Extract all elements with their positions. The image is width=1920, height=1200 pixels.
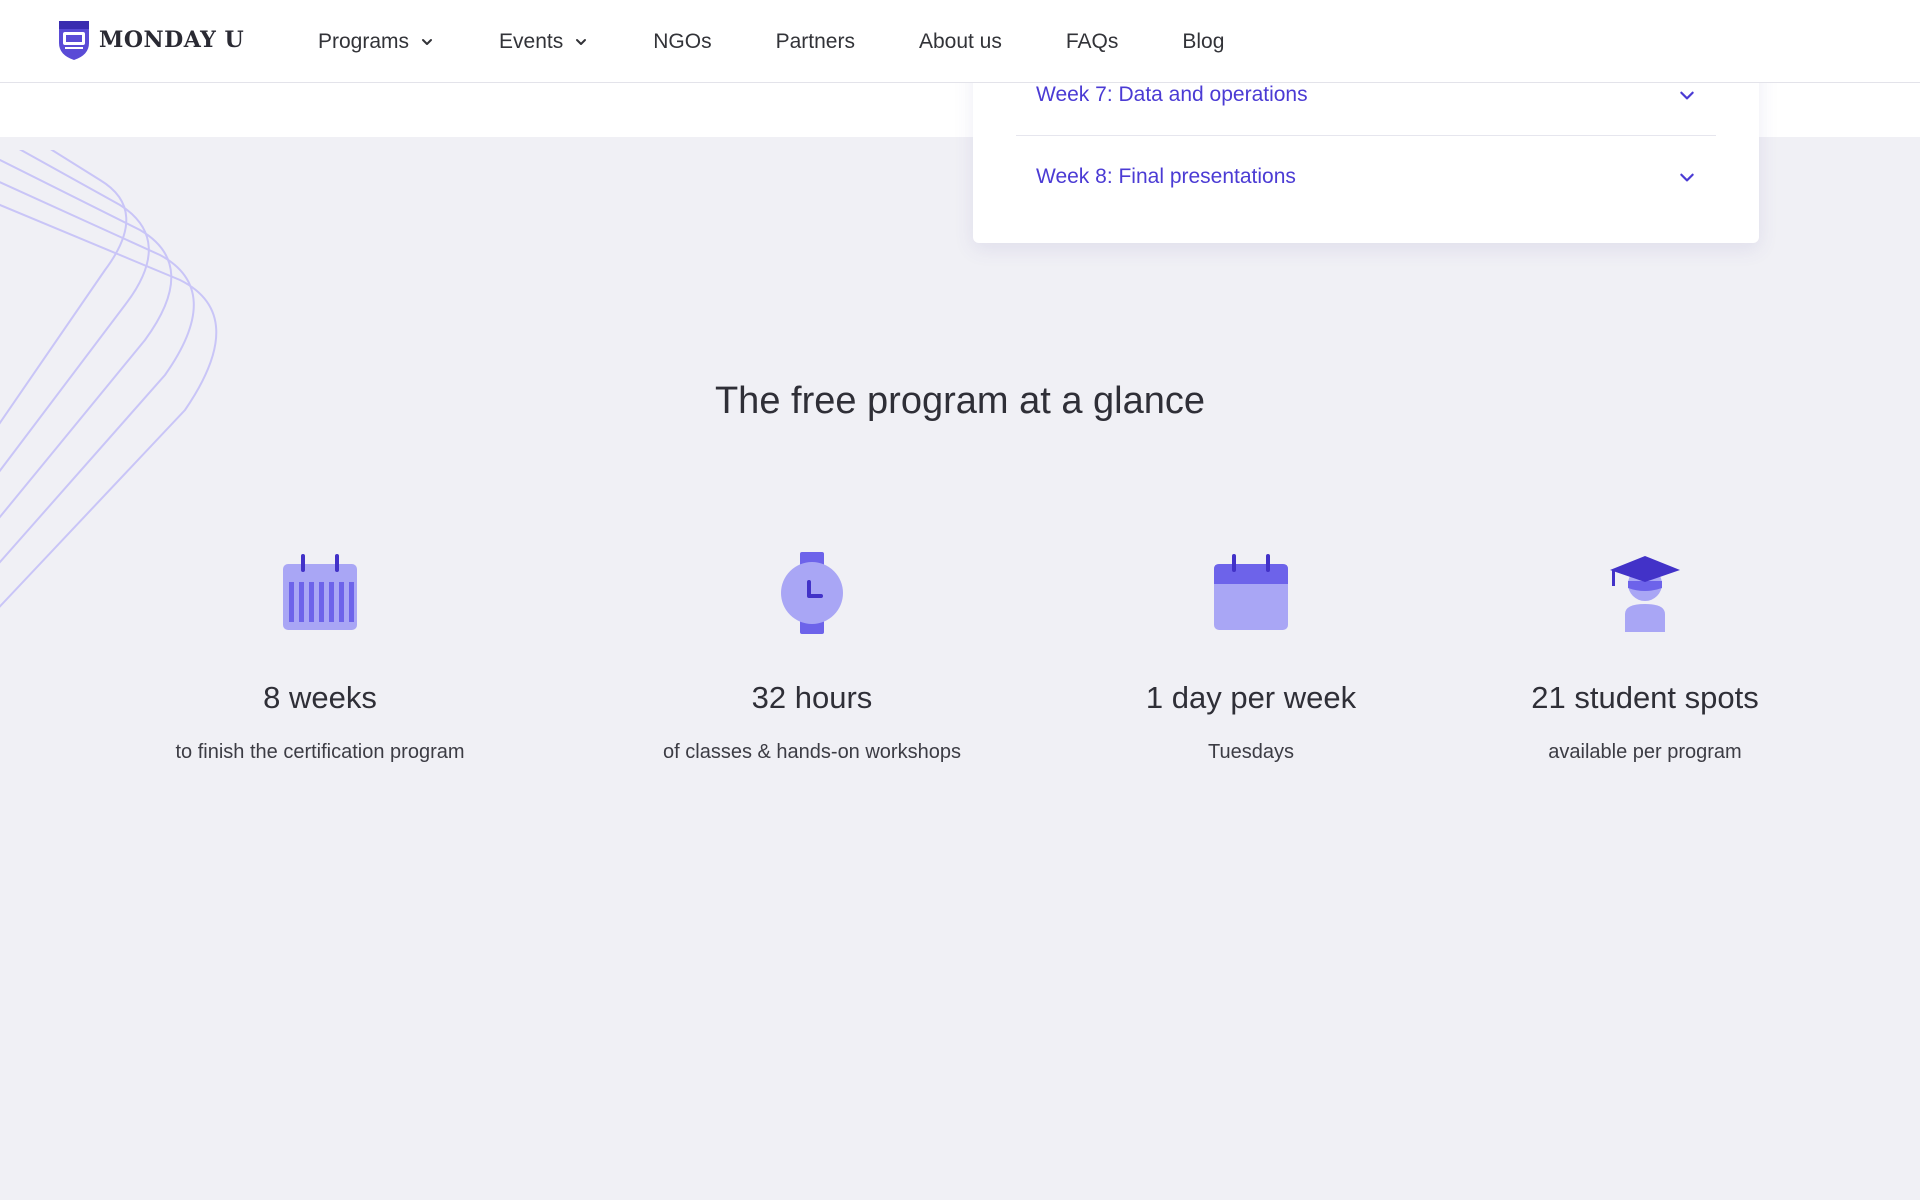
stat-spots: 21 student spots available per program <box>1435 548 1855 764</box>
section-title: The free program at a glance <box>714 380 1206 422</box>
stat-value: 1 day per week <box>1145 680 1357 715</box>
stat-value: 8 weeks <box>263 680 377 715</box>
nav-item-label: Events <box>499 29 564 53</box>
nav-item-label: About us <box>918 29 1002 53</box>
accordion-item-title: Week 7: Data and operations <box>1036 82 1308 106</box>
site-header: MONDAY U Programs Events NGOs Partners A… <box>0 0 1920 83</box>
accordion-item-week-8[interactable]: Week 8: Final presentations <box>1016 136 1716 218</box>
stat-description: Tuesdays <box>1208 741 1294 763</box>
nav-item-label: Programs <box>318 29 410 53</box>
stat-description: of classes & hands-on workshops <box>663 741 961 763</box>
graduate-icon <box>1610 556 1680 632</box>
chevron-down-icon <box>576 38 587 45</box>
chevron-down-icon <box>422 38 433 45</box>
nav-item-about-us[interactable]: About us <box>919 30 1002 54</box>
nav-item-faqs[interactable]: FAQs <box>1066 30 1119 54</box>
calendar-weeks-icon <box>283 554 357 630</box>
nav-item-label: FAQs <box>1065 29 1119 53</box>
nav-item-programs[interactable]: Programs <box>318 30 435 54</box>
logo-text: MONDAY U <box>99 27 245 53</box>
nav-item-label: Partners <box>775 29 855 53</box>
chevron-down-icon <box>1680 173 1694 182</box>
nav-item-partners[interactable]: Partners <box>776 30 855 54</box>
nav-item-blog[interactable]: Blog <box>1182 30 1224 54</box>
main-nav: Programs Events NGOs Partners About us F… <box>318 0 1224 83</box>
stat-value: 21 student spots <box>1531 680 1759 715</box>
stat-hours: 32 hours of classes & hands-on workshops <box>602 548 1022 764</box>
stat-days: 1 day per week Tuesdays <box>1041 548 1461 764</box>
nav-item-events[interactable]: Events <box>499 30 589 54</box>
nav-item-label: NGOs <box>653 29 712 53</box>
chevron-down-icon <box>1680 91 1694 99</box>
nav-item-ngos[interactable]: NGOs <box>653 30 711 54</box>
shield-logo-icon <box>59 21 89 60</box>
nav-item-label: Blog <box>1182 29 1225 53</box>
accordion-item-title: Week 8: Final presentations <box>1036 165 1296 188</box>
calendar-icon <box>1214 554 1288 630</box>
stat-description: available per program <box>1548 741 1742 763</box>
stat-weeks: 8 weeks to finish the certification prog… <box>110 548 530 764</box>
page: Week 7: Data and operations Week 8: Fina… <box>0 0 1920 1200</box>
logo[interactable]: MONDAY U <box>57 19 244 61</box>
stat-value: 32 hours <box>751 680 873 715</box>
watch-icon <box>781 552 843 634</box>
stat-description: to finish the certification program <box>175 741 465 763</box>
